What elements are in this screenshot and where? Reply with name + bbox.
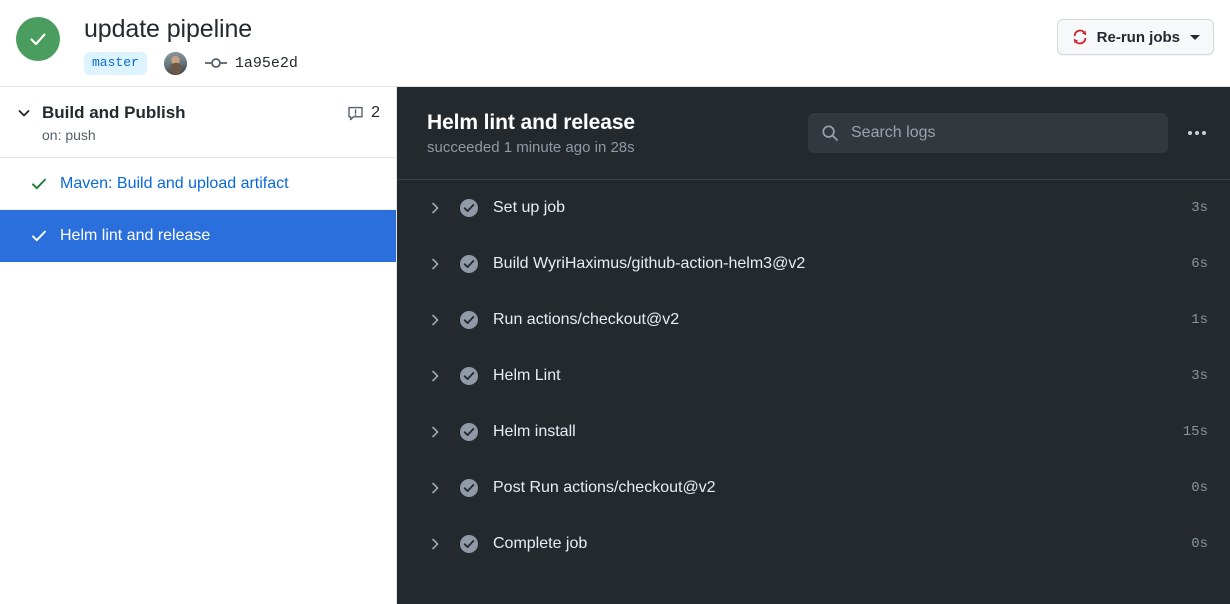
chevron-right-icon[interactable] — [427, 537, 443, 551]
run-header: update pipeline master 1a95e2d — [0, 0, 1230, 87]
kebab-menu-icon[interactable] — [1182, 118, 1212, 148]
step-row[interactable]: Build WyriHaximus/github-action-helm3@v2… — [397, 236, 1230, 292]
search-logs-input[interactable] — [808, 113, 1168, 153]
run-body: Build and Publish 2 on: push — [0, 87, 1230, 604]
branch-badge[interactable]: master — [84, 52, 147, 75]
check-circle-icon — [459, 310, 479, 330]
step-row[interactable]: Run actions/checkout@v2 1s — [397, 292, 1230, 348]
step-duration: 15s — [1174, 424, 1208, 440]
step-name: Run actions/checkout@v2 — [493, 311, 1158, 329]
chevron-right-icon[interactable] — [427, 201, 443, 215]
check-circle-icon — [459, 534, 479, 554]
check-circle-icon — [459, 366, 479, 386]
step-row[interactable]: Helm Lint 3s — [397, 348, 1230, 404]
sidebar-empty-space — [0, 262, 396, 604]
jobs-sidebar: Build and Publish 2 on: push — [0, 87, 397, 604]
commit-sha[interactable]: 1a95e2d — [235, 55, 298, 72]
job-status-text: succeeded 1 minute ago in 28s — [427, 139, 792, 156]
search-logs-wrapper — [808, 113, 1168, 153]
step-row[interactable]: Post Run actions/checkout@v2 0s — [397, 460, 1230, 516]
step-row[interactable]: Set up job 3s — [397, 180, 1230, 236]
step-name: Helm install — [493, 423, 1158, 441]
step-name: Build WyriHaximus/github-action-helm3@v2 — [493, 255, 1158, 273]
step-name: Complete job — [493, 535, 1158, 553]
step-duration: 3s — [1174, 368, 1208, 384]
git-commit-icon — [205, 56, 227, 70]
steps-list: Set up job 3s Build — [397, 180, 1230, 604]
chevron-right-icon[interactable] — [427, 257, 443, 271]
job-header: Helm lint and release succeeded 1 minute… — [397, 87, 1230, 180]
step-name: Post Run actions/checkout@v2 — [493, 479, 1158, 497]
job-title: Helm lint and release — [427, 111, 792, 135]
step-duration: 3s — [1174, 200, 1208, 216]
workflow-trigger: on: push — [42, 127, 380, 143]
re-run-jobs-button[interactable]: Re-run jobs — [1057, 19, 1214, 55]
check-icon — [30, 175, 50, 193]
check-circle-icon — [459, 478, 479, 498]
chevron-down-icon[interactable] — [16, 105, 34, 121]
check-circle-icon — [459, 254, 479, 274]
step-duration: 1s — [1174, 312, 1208, 328]
check-circle-icon — [459, 198, 479, 218]
sidebar-job-maven-build-and-upload-artifact[interactable]: Maven: Build and upload artifact — [0, 158, 396, 210]
sidebar-job-label: Helm lint and release — [60, 227, 210, 245]
step-name: Helm Lint — [493, 367, 1158, 385]
chevron-down-icon — [1190, 35, 1200, 40]
run-title: update pipeline — [84, 14, 1057, 45]
run-header-text: update pipeline master 1a95e2d — [84, 14, 1057, 75]
run-status-success-icon — [16, 17, 60, 61]
step-row[interactable]: Complete job 0s — [397, 516, 1230, 572]
actions-run-page: update pipeline master 1a95e2d — [0, 0, 1230, 604]
step-row[interactable]: Helm install 15s — [397, 404, 1230, 460]
chevron-right-icon[interactable] — [427, 313, 443, 327]
check-icon — [30, 227, 50, 245]
run-meta: master 1a95e2d — [84, 51, 1057, 75]
chevron-right-icon[interactable] — [427, 425, 443, 439]
report-annotation-icon — [347, 105, 364, 122]
annotations-indicator[interactable]: 2 — [347, 104, 380, 122]
annotation-count: 2 — [371, 104, 380, 122]
step-name: Set up job — [493, 199, 1158, 217]
avatar[interactable] — [164, 52, 187, 75]
workflow-header: Build and Publish 2 on: push — [0, 87, 396, 158]
chevron-right-icon[interactable] — [427, 369, 443, 383]
step-duration: 6s — [1174, 256, 1208, 272]
check-circle-icon — [459, 422, 479, 442]
job-log-panel: Helm lint and release succeeded 1 minute… — [397, 87, 1230, 604]
sidebar-job-label: Maven: Build and upload artifact — [60, 175, 289, 193]
step-duration: 0s — [1174, 536, 1208, 552]
re-run-jobs-label: Re-run jobs — [1097, 29, 1180, 46]
sync-refresh-icon — [1071, 28, 1089, 46]
chevron-right-icon[interactable] — [427, 481, 443, 495]
sidebar-job-helm-lint-and-release[interactable]: Helm lint and release — [0, 210, 396, 262]
workflow-name: Build and Publish — [42, 103, 347, 123]
step-duration: 0s — [1174, 480, 1208, 496]
